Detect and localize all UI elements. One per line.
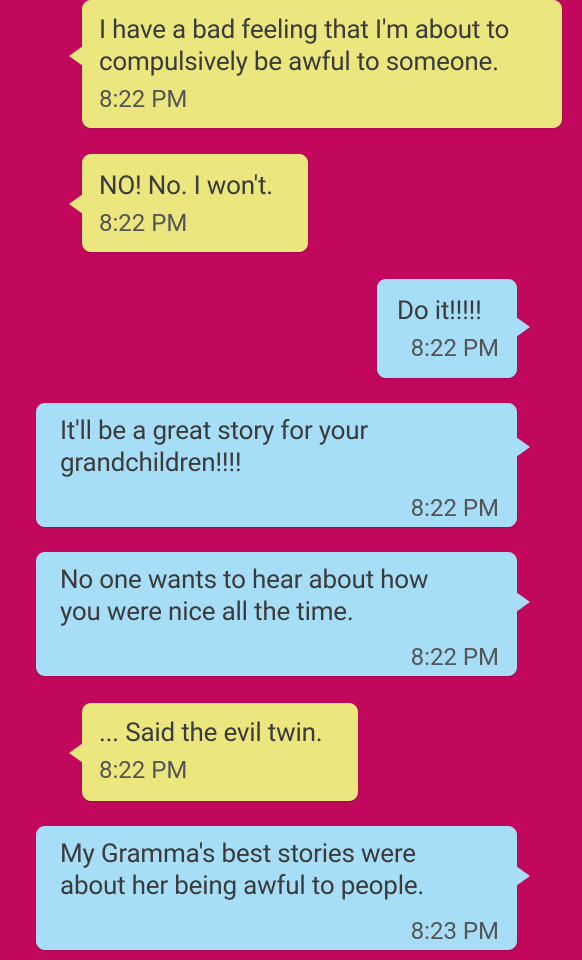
message-timestamp: 8:23 PM xyxy=(410,917,499,945)
bubble-tail xyxy=(69,743,83,763)
message-text: It'll be a great story for your grandchi… xyxy=(60,416,368,478)
bubble-tail xyxy=(516,592,530,612)
message-text: My Gramma's best stories were about her … xyxy=(60,839,425,901)
message-bubble-incoming[interactable]: I have a bad feeling that I'm about to c… xyxy=(69,0,562,128)
bubble-tail xyxy=(516,317,530,337)
message-timestamp: 8:22 PM xyxy=(410,334,499,362)
bubble-tail xyxy=(516,866,530,886)
message-bubble-incoming[interactable]: ... Said the evil twin. 8:22 PM xyxy=(69,703,358,801)
message-text: Do it!!!!! xyxy=(397,296,482,326)
message-text: No one wants to hear about how you were … xyxy=(60,565,429,627)
message-bubble-outgoing[interactable]: My Gramma's best stories were about her … xyxy=(36,826,530,950)
message-bubble-outgoing[interactable]: It'll be a great story for your grandchi… xyxy=(36,403,530,527)
bubble-tail xyxy=(516,437,530,457)
bubble-tail xyxy=(69,194,83,214)
message-timestamp: 8:22 PM xyxy=(410,643,499,671)
message-timestamp: 8:22 PM xyxy=(99,209,188,237)
bubble-tail xyxy=(69,46,83,66)
message-bubble-incoming[interactable]: NO! No. I won't. 8:22 PM xyxy=(69,154,308,252)
message-text: NO! No. I won't. xyxy=(99,171,273,201)
message-timestamp: 8:22 PM xyxy=(410,494,499,522)
message-timestamp: 8:22 PM xyxy=(99,756,188,784)
message-bubble-outgoing[interactable]: No one wants to hear about how you were … xyxy=(36,552,530,676)
message-text: ... Said the evil twin. xyxy=(99,718,323,748)
message-text: I have a bad feeling that I'm about to c… xyxy=(99,15,510,77)
message-timestamp: 8:22 PM xyxy=(99,85,188,113)
message-bubble-outgoing[interactable]: Do it!!!!! 8:22 PM xyxy=(377,279,530,378)
